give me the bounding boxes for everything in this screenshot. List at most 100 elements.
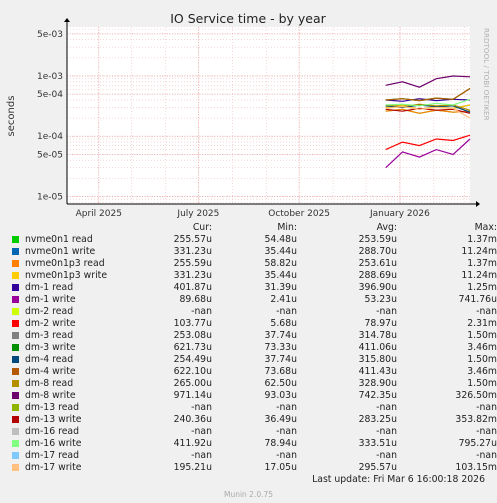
legend-min-value: 5.68u	[270, 318, 297, 329]
legend-row: nvme0n1 read 255.57u 54.48u 253.59u 1.37m	[10, 234, 497, 246]
legend-label: dm-4 read	[25, 354, 74, 365]
legend-min-value: 36.49u	[264, 414, 297, 425]
legend-avg-value: -nan	[376, 450, 397, 461]
legend-label: dm-13 write	[25, 414, 82, 425]
legend-row: nvme0n1p3 write 331.23u 35.44u 288.69u 11.24…	[10, 270, 497, 282]
legend-swatch	[12, 404, 19, 411]
legend-avg-value: -nan	[376, 426, 397, 437]
legend-swatch	[12, 368, 19, 375]
legend-label: dm-16 write	[25, 438, 82, 449]
legend-row: dm-13 write 240.36u 36.49u 283.25u 353.82m	[10, 414, 497, 426]
legend-row: dm-8 read 265.00u 62.50u 328.90u 1.50m	[10, 378, 497, 390]
legend-min-value: 62.50u	[264, 378, 297, 389]
legend-row: dm-3 read 253.08u 37.74u 314.78u 1.50m	[10, 330, 497, 342]
legend-cur-value: 254.49u	[173, 354, 212, 365]
legend-avg-value: 411.06u	[358, 342, 397, 353]
legend-label: dm-2 write	[25, 318, 76, 329]
legend-min-value: 35.44u	[264, 246, 297, 257]
legend-min-value: 73.33u	[264, 342, 297, 353]
legend-cur-value: 195.21u	[173, 462, 212, 473]
legend-max-value: 1.50m	[467, 330, 497, 341]
y-tick-label: 1e-03	[37, 72, 63, 82]
legend-row: dm-17 read -nan -nan -nan -nan	[10, 450, 497, 462]
legend-series-name: dm-16 read	[10, 426, 130, 438]
legend-max-value: -nan	[476, 306, 497, 317]
legend-cur-value: -nan	[191, 402, 212, 413]
x-tick-label: July 2025	[176, 209, 219, 219]
legend-swatch	[12, 332, 19, 339]
legend-swatch	[12, 356, 19, 363]
legend-swatch	[12, 308, 19, 315]
legend-max-value: 11.24m	[461, 246, 497, 257]
legend-label: dm-3 read	[25, 330, 74, 341]
legend-cur-value: 411.92u	[173, 438, 212, 449]
legend-series-name: dm-8 write	[10, 390, 130, 402]
legend-swatch	[12, 440, 19, 447]
legend-avg-value: 78.97u	[364, 318, 397, 329]
legend-min-value: 17.05u	[264, 462, 297, 473]
legend-cur-value: -nan	[191, 426, 212, 437]
legend-cur-value: 331.23u	[173, 270, 212, 281]
legend-cur-value: 103.77u	[173, 318, 212, 329]
legend-cur-value: 255.59u	[173, 258, 212, 269]
legend-row: dm-4 write 622.10u 73.68u 411.43u 3.46m	[10, 366, 497, 378]
legend-swatch	[12, 320, 19, 327]
legend-min-value: 73.68u	[264, 366, 297, 377]
legend-label: dm-1 read	[25, 282, 74, 293]
chart-title: IO Service time - by year	[170, 11, 326, 26]
legend-avg-value: 328.90u	[358, 378, 397, 389]
legend-swatch	[12, 248, 19, 255]
legend-row: dm-4 read 254.49u 37.74u 315.80u 1.50m	[10, 354, 497, 366]
legend-avg-value: 253.59u	[358, 234, 397, 245]
legend-cur-value: 255.57u	[173, 234, 212, 245]
legend-swatch	[12, 260, 19, 267]
legend-cur-value: 621.73u	[173, 342, 212, 353]
legend-series-name: dm-1 write	[10, 294, 130, 306]
x-tick-label: April 2025	[76, 209, 122, 219]
legend-row: dm-3 write 621.73u 73.33u 411.06u 3.46m	[10, 342, 497, 354]
legend-cur-value: 265.00u	[173, 378, 212, 389]
x-axis-arrow	[476, 201, 480, 207]
legend-cur-value: -nan	[191, 450, 212, 461]
legend-row: dm-16 read -nan -nan -nan -nan	[10, 426, 497, 438]
legend-label: dm-17 read	[25, 450, 80, 461]
legend-label: dm-17 write	[25, 462, 82, 473]
legend-max-value: 741.76u	[458, 294, 497, 305]
legend-cur-value: 253.08u	[173, 330, 212, 341]
legend-max-value: 1.25m	[467, 282, 497, 293]
legend-swatch	[12, 236, 19, 243]
last-update: Last update: Fri Mar 6 16:00:18 2026	[312, 474, 485, 485]
legend-max-value: -nan	[476, 426, 497, 437]
legend-min-value: 78.94u	[264, 438, 297, 449]
legend-row: dm-2 write 103.77u 5.68u 78.97u 2.31m	[10, 318, 497, 330]
legend-min-value: 35.44u	[264, 270, 297, 281]
x-tick-label: January 2026	[369, 209, 430, 219]
legend-header-cur: Cur:	[192, 222, 212, 233]
legend-series-name: nvme0n1p3 write	[10, 270, 130, 282]
y-axis-label: seconds	[6, 96, 17, 137]
legend-series-name: dm-8 read	[10, 378, 130, 390]
legend-header-avg: Avg:	[376, 222, 397, 233]
legend-max-value: 1.37m	[467, 234, 497, 245]
legend-min-value: 58.82u	[264, 258, 297, 269]
legend-max-value: 1.37m	[467, 258, 497, 269]
legend-label: dm-1 write	[25, 294, 76, 305]
legend-avg-value: 295.57u	[358, 462, 397, 473]
legend-label: dm-3 write	[25, 342, 76, 353]
legend-max-value: 353.82m	[455, 414, 497, 425]
legend-swatch	[12, 272, 19, 279]
legend-swatch	[12, 344, 19, 351]
legend-swatch	[12, 416, 19, 423]
legend-row: dm-2 read -nan -nan -nan -nan	[10, 306, 497, 318]
legend-max-value: 1.50m	[467, 378, 497, 389]
legend-min-value: 2.41u	[270, 294, 297, 305]
legend-series-name: dm-16 write	[10, 438, 130, 450]
legend-swatch	[12, 284, 19, 291]
legend-cur-value: 401.87u	[173, 282, 212, 293]
legend-label: dm-4 write	[25, 366, 76, 377]
legend-avg-value: 288.69u	[358, 270, 397, 281]
legend-series-name: dm-4 read	[10, 354, 130, 366]
legend-series-name: nvme0n1 read	[10, 234, 130, 246]
legend-swatch	[12, 380, 19, 387]
legend-header-name	[10, 222, 130, 234]
